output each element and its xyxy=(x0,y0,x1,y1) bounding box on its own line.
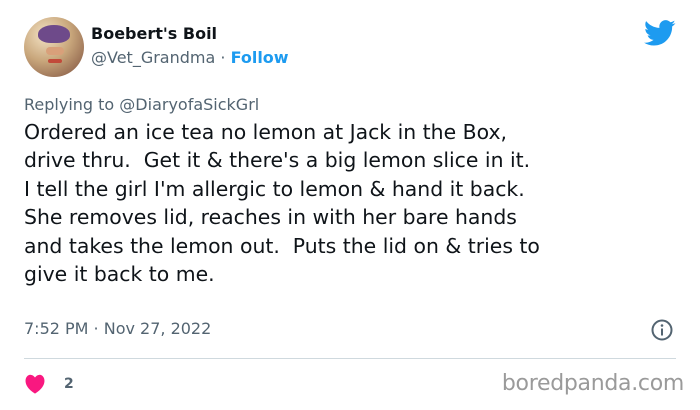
like-count: 2 xyxy=(64,376,74,392)
heart-icon xyxy=(25,374,45,394)
handle[interactable]: @Vet_Grandma xyxy=(91,48,215,67)
tweet-text: Ordered an ice tea no lemon at Jack in t… xyxy=(24,120,540,287)
reply-context: Replying to @DiaryofaSickGrl xyxy=(24,94,259,116)
info-icon[interactable] xyxy=(650,318,674,342)
avatar[interactable] xyxy=(24,17,84,77)
handle-row: @Vet_Grandma · Follow xyxy=(91,47,289,69)
timestamp[interactable]: 7:52 PM · Nov 27, 2022 xyxy=(24,318,211,340)
watermark: boredpanda.com xyxy=(501,371,684,396)
display-name[interactable]: Boebert's Boil xyxy=(91,23,289,45)
reply-prefix: Replying to xyxy=(24,95,120,114)
twitter-bird-icon[interactable] xyxy=(644,17,676,49)
divider xyxy=(24,358,676,359)
follow-button[interactable]: Follow xyxy=(231,48,289,67)
like-button[interactable]: 2 xyxy=(24,373,74,395)
separator: · xyxy=(215,48,231,67)
tweet-header: Boebert's Boil @Vet_Grandma · Follow xyxy=(24,17,684,81)
user-info: Boebert's Boil @Vet_Grandma · Follow xyxy=(91,23,289,69)
reply-mention[interactable]: @DiaryofaSickGrl xyxy=(119,95,259,114)
